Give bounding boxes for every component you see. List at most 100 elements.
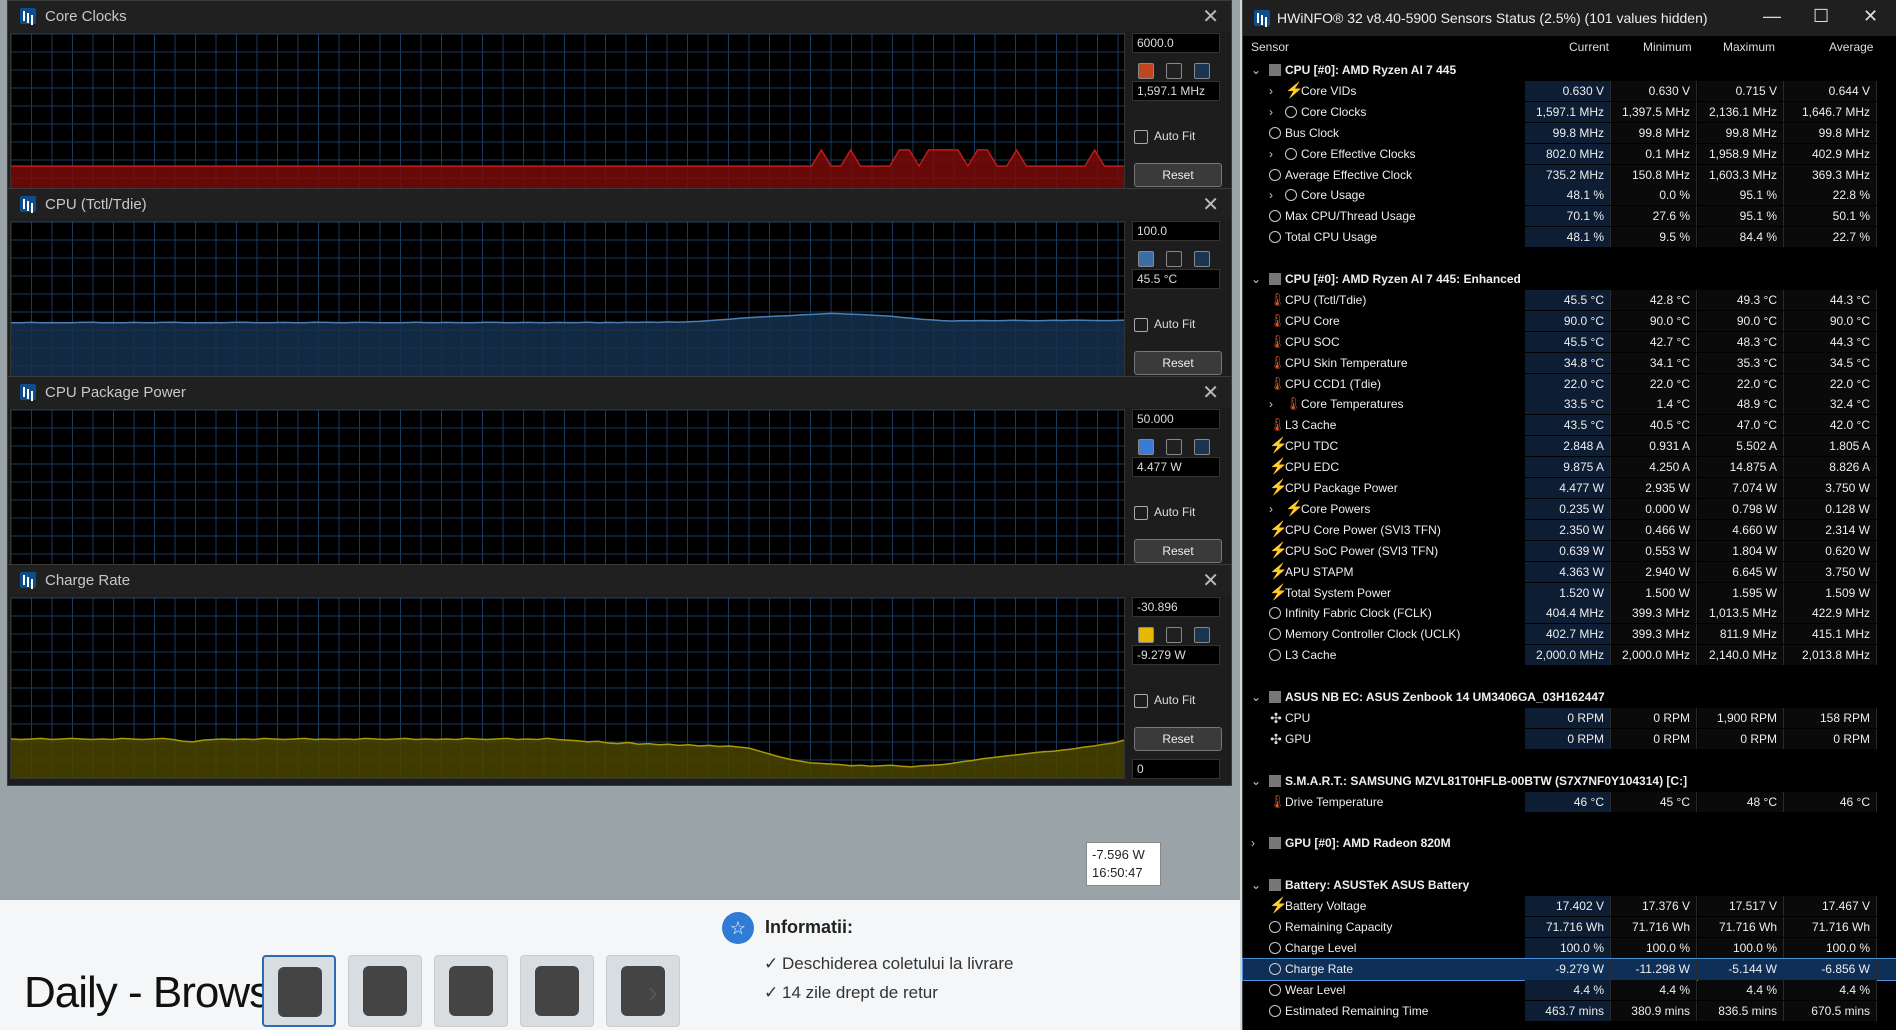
- color-swatch[interactable]: [1138, 251, 1154, 267]
- product-thumbnail[interactable]: [262, 955, 336, 1027]
- chevron-right-icon[interactable]: ›: [1269, 81, 1273, 101]
- auto-fit-checkbox[interactable]: Auto Fit: [1134, 317, 1195, 332]
- sensor-row[interactable]: › 🌡 Core Temperatures 33.5 °C 1.4 °C 48.9 °C 3…: [1243, 394, 1896, 415]
- graph-titlebar[interactable]: Core Clocks ✕: [8, 1, 1231, 31]
- checkbox-icon[interactable]: [1134, 693, 1148, 708]
- sensor-group-header[interactable]: ⌄ ASUS NB EC: ASUS Zenbook 14 UM3406GA_0…: [1243, 687, 1896, 708]
- sensor-row[interactable]: › Core Usage 48.1 % 0.0 % 95.1 % 22.8 %: [1243, 185, 1896, 206]
- column-header-average[interactable]: Average: [1829, 40, 1873, 54]
- sensor-row[interactable]: Bus Clock 99.8 MHz 99.8 MHz 99.8 MHz 99.8 MH…: [1243, 122, 1896, 144]
- checkbox-icon[interactable]: [1134, 129, 1148, 144]
- sensor-row[interactable]: Charge Level 100.0 % 100.0 % 100.0 % 100.0 %: [1243, 937, 1896, 959]
- chevron-down-icon[interactable]: ⌄: [1251, 60, 1261, 80]
- sensor-row[interactable]: ✣ CPU 0 RPM 0 RPM 1,900 RPM 158 RPM: [1243, 707, 1896, 729]
- product-thumbnail[interactable]: [348, 955, 422, 1027]
- product-thumbnail[interactable]: [434, 955, 508, 1027]
- sensor-row[interactable]: ⚡ CPU Core Power (SVI3 TFN) 2.350 W 0.466 W…: [1243, 519, 1896, 541]
- color-swatch[interactable]: [1194, 63, 1210, 79]
- color-swatch[interactable]: [1138, 439, 1154, 455]
- color-swatch[interactable]: [1166, 439, 1182, 455]
- chevron-right-icon[interactable]: ›: [1269, 185, 1273, 205]
- color-swatch[interactable]: [1138, 627, 1154, 643]
- sensor-row[interactable]: ⚡ CPU Package Power 4.477 W 2.935 W 7.074 W3…: [1243, 478, 1896, 499]
- max-value-field[interactable]: 100.0: [1132, 221, 1220, 241]
- graph-titlebar[interactable]: Charge Rate ✕: [8, 565, 1231, 595]
- chevron-down-icon[interactable]: ⌄: [1251, 687, 1261, 707]
- chevron-down-icon[interactable]: ⌄: [1251, 875, 1261, 895]
- chevron-right-icon[interactable]: ›: [648, 976, 658, 1010]
- chevron-right-icon[interactable]: ›: [1269, 102, 1273, 122]
- column-header-sensor[interactable]: Sensor: [1251, 40, 1289, 54]
- sensor-row[interactable]: ⚡ Total System Power 1.520 W 1.500 W 1.595 W…: [1243, 582, 1896, 604]
- color-swatch[interactable]: [1166, 63, 1182, 79]
- reset-button[interactable]: Reset: [1134, 163, 1222, 187]
- auto-fit-checkbox[interactable]: Auto Fit: [1134, 505, 1195, 520]
- sensor-row[interactable]: Max CPU/Thread Usage 70.1 % 27.6 % 95.1 % 50…: [1243, 206, 1896, 227]
- max-value-field[interactable]: -30.896: [1132, 597, 1220, 617]
- column-header-current[interactable]: Current: [1569, 40, 1609, 54]
- color-swatch[interactable]: [1194, 251, 1210, 267]
- chevron-right-icon[interactable]: ›: [1269, 144, 1273, 164]
- color-swatch[interactable]: [1194, 627, 1210, 643]
- sensor-row[interactable]: 🌡 Drive Temperature 46 °C 45 °C 48 °C 46 °C: [1243, 791, 1896, 813]
- sensor-group-header[interactable]: ⌄ S.M.A.R.T.: SAMSUNG MZVL81T0HFLB-00BTW…: [1243, 771, 1896, 792]
- sensor-row[interactable]: ⚡ CPU SoC Power (SVI3 TFN) 0.639 W 0.553 W1…: [1243, 540, 1896, 562]
- sensor-row[interactable]: 🌡 CPU SOC 45.5 °C 42.7 °C 48.3 °C 44.3 °C: [1243, 331, 1896, 353]
- color-swatch[interactable]: [1166, 627, 1182, 643]
- sensor-row[interactable]: 🌡 L3 Cache 43.5 °C 40.5 °C 47.0 °C 42.0 °C: [1243, 415, 1896, 436]
- close-button[interactable]: ✕: [1863, 6, 1878, 27]
- color-swatch[interactable]: [1138, 63, 1154, 79]
- close-icon[interactable]: ✕: [1202, 568, 1219, 593]
- checkbox-icon[interactable]: [1134, 505, 1148, 520]
- maximize-button[interactable]: ☐: [1813, 6, 1829, 27]
- close-icon[interactable]: ✕: [1202, 192, 1219, 217]
- minimize-button[interactable]: —: [1763, 6, 1781, 27]
- sensor-row[interactable]: Infinity Fabric Clock (FCLK) 404.4 MHz 399…: [1243, 603, 1896, 624]
- reset-button[interactable]: Reset: [1134, 539, 1222, 563]
- sensor-row[interactable]: ⚡ APU STAPM 4.363 W 2.940 W 6.645 W 3.750 W: [1243, 561, 1896, 583]
- graph-titlebar[interactable]: CPU (Tctl/Tdie) ✕: [8, 189, 1231, 219]
- sensor-row[interactable]: ⚡ CPU TDC 2.848 A 0.931 A 5.502 A 1.805 A: [1243, 436, 1896, 457]
- chevron-right-icon[interactable]: ›: [1269, 394, 1273, 414]
- sensor-row[interactable]: ⚡ Battery Voltage 17.402 V 17.376 V 17.517 V…: [1243, 896, 1896, 917]
- column-header-minimum[interactable]: Minimum: [1643, 40, 1692, 54]
- sensor-group-header[interactable]: ⌄ Battery: ASUSTeK ASUS Battery: [1243, 875, 1896, 896]
- sensor-row[interactable]: Average Effective Clock 735.2 MHz 150.8 MH…: [1243, 164, 1896, 186]
- sensor-row[interactable]: Remaining Capacity 71.716 Wh 71.716 Wh 71.7…: [1243, 916, 1896, 938]
- sensor-row[interactable]: 🌡 CPU Skin Temperature 34.8 °C 34.1 °C 35.3 …: [1243, 352, 1896, 374]
- sensor-row[interactable]: › Core Clocks 1,597.1 MHz 1,397.5 MHz 2,136.…: [1243, 101, 1896, 123]
- product-thumbnail[interactable]: [606, 955, 680, 1027]
- sensor-row[interactable]: › ⚡ Core VIDs 0.630 V 0.630 V 0.715 V 0.644 V: [1243, 80, 1896, 102]
- checkbox-icon[interactable]: [1134, 317, 1148, 332]
- max-value-field[interactable]: 6000.0: [1132, 33, 1220, 53]
- sensor-row[interactable]: ⚡ CPU EDC 9.875 A 4.250 A 14.875 A 8.826 A: [1243, 457, 1896, 478]
- max-value-field[interactable]: 50.000: [1132, 409, 1220, 429]
- sensor-row[interactable]: › ⚡ Core Powers 0.235 W 0.000 W 0.798 W 0.128 …: [1243, 498, 1896, 520]
- auto-fit-checkbox[interactable]: Auto Fit: [1134, 693, 1195, 708]
- sensor-row[interactable]: Wear Level 4.4 % 4.4 % 4.4 % 4.4 %: [1243, 979, 1896, 1001]
- sensor-group-header[interactable]: › GPU [#0]: AMD Radeon 820M: [1243, 833, 1896, 854]
- close-icon[interactable]: ✕: [1202, 4, 1219, 29]
- sensor-row[interactable]: › Core Effective Clocks 802.0 MHz 0.1 MHz 1,…: [1243, 143, 1896, 165]
- sensor-row[interactable]: Estimated Remaining Time 463.7 mins 380.9 …: [1243, 1000, 1896, 1022]
- reset-button[interactable]: Reset: [1134, 727, 1222, 751]
- min-value-field[interactable]: 0: [1132, 759, 1220, 779]
- graph-titlebar[interactable]: CPU Package Power ✕: [8, 377, 1231, 407]
- chevron-down-icon[interactable]: ⌄: [1251, 771, 1261, 791]
- hwinfo-titlebar[interactable]: HWiNFO® 32 v8.40-5900 Sensors Status (2.…: [1243, 0, 1896, 36]
- sensor-row[interactable]: Memory Controller Clock (UCLK) 402.7 MHz 3…: [1243, 624, 1896, 645]
- product-thumbnail[interactable]: [520, 955, 594, 1027]
- sensor-row[interactable]: Charge Rate -9.279 W -11.298 W -5.144 W -6.8…: [1242, 957, 1896, 981]
- sensor-row[interactable]: 🌡 CPU (Tctl/Tdie) 45.5 °C 42.8 °C 49.3 °C 44.…: [1243, 289, 1896, 311]
- sensor-row[interactable]: Total CPU Usage 48.1 % 9.5 % 84.4 % 22.7 %: [1243, 227, 1896, 248]
- column-header-maximum[interactable]: Maximum: [1723, 40, 1775, 54]
- sensor-group-header[interactable]: ⌄ CPU [#0]: AMD Ryzen AI 7 445: Enhanced: [1243, 269, 1896, 290]
- sensor-row[interactable]: 🌡 CPU Core 90.0 °C 90.0 °C 90.0 °C 90.0 °C: [1243, 310, 1896, 332]
- chevron-right-icon[interactable]: ›: [1269, 499, 1273, 519]
- reset-button[interactable]: Reset: [1134, 351, 1222, 375]
- sensor-row[interactable]: 🌡 CPU CCD1 (Tdie) 22.0 °C 22.0 °C 22.0 °C 22.…: [1243, 373, 1896, 395]
- sensor-group-header[interactable]: ⌄ CPU [#0]: AMD Ryzen AI 7 445: [1243, 60, 1896, 81]
- sensor-row[interactable]: ✣ GPU 0 RPM 0 RPM 0 RPM 0 RPM: [1243, 728, 1896, 750]
- color-swatch[interactable]: [1166, 251, 1182, 267]
- sensor-row[interactable]: L3 Cache 2,000.0 MHz 2,000.0 MHz 2,140.0 MH…: [1243, 645, 1896, 666]
